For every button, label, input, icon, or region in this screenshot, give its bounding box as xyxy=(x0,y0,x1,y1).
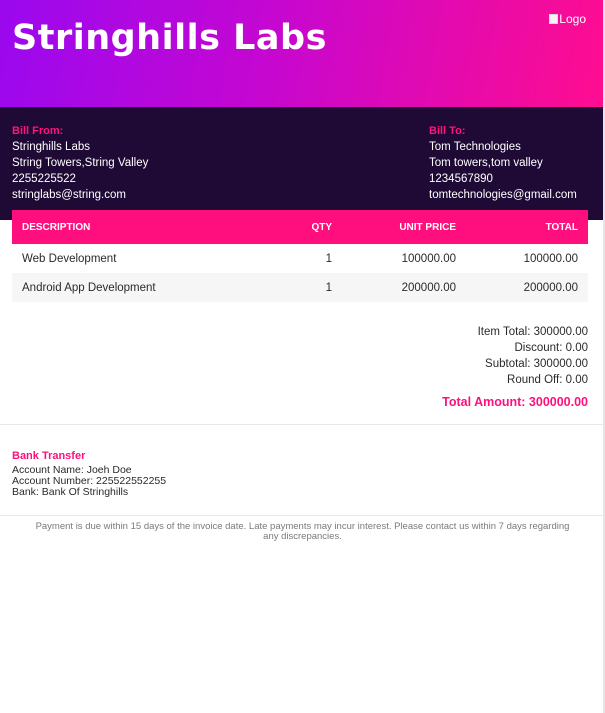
bill-from-email: stringlabs@string.com xyxy=(12,189,126,201)
total-amount: Total Amount: 300000.00 xyxy=(442,395,588,409)
row-description: Web Development xyxy=(22,252,117,265)
bill-from-name: Stringhills Labs xyxy=(12,141,90,153)
table-row: Web Development 1 100000.00 100000.00 xyxy=(12,244,588,273)
row-qty: 1 xyxy=(325,252,332,265)
bill-from: Bill From: Stringhills Labs String Tower… xyxy=(12,123,148,203)
table-row: Android App Development 1 200000.00 2000… xyxy=(12,273,588,302)
header-description: DESCRIPTION xyxy=(22,221,91,233)
bill-from-address: String Towers,String Valley xyxy=(12,157,149,169)
header-unit-price: UNIT PRICE xyxy=(399,221,456,233)
row-total: 200000.00 xyxy=(523,281,578,294)
bill-to-name: Tom Technologies xyxy=(429,141,521,153)
bill-to-heading: Bill To: xyxy=(429,125,466,137)
header-qty: QTY xyxy=(311,221,332,233)
round-off: Round Off: 0.00 xyxy=(507,374,588,386)
broken-image-icon xyxy=(549,14,559,24)
logo-alt-text: Logo xyxy=(559,12,586,26)
bill-to-address: Tom towers,tom valley xyxy=(429,157,543,169)
totals-summary: Item Total: 300000.00 Discount: 0.00 Sub… xyxy=(442,324,588,410)
bill-from-heading: Bill From: xyxy=(12,125,64,137)
discount: Discount: 0.00 xyxy=(514,342,588,354)
table-header: DESCRIPTION QTY UNIT PRICE TOTAL xyxy=(12,210,588,244)
bill-to-email: tomtechnologies@gmail.com xyxy=(429,189,577,201)
bill-from-phone: 2255225522 xyxy=(12,173,76,185)
bank-heading: Bank Transfer xyxy=(12,450,86,462)
row-description: Android App Development xyxy=(22,281,156,294)
header-total: TOTAL xyxy=(545,221,578,233)
item-total: Item Total: 300000.00 xyxy=(477,326,588,338)
billing-section: Bill From: Stringhills Labs String Tower… xyxy=(0,107,603,220)
logo: Logo xyxy=(549,12,586,26)
row-qty: 1 xyxy=(325,281,332,294)
divider xyxy=(0,515,603,516)
row-unit-price: 200000.00 xyxy=(401,281,456,294)
bank-details: Bank Transfer Account Name: Joeh Doe Acc… xyxy=(12,451,166,498)
row-unit-price: 100000.00 xyxy=(401,252,456,265)
bill-to-phone: 1234567890 xyxy=(429,173,493,185)
payment-terms: Payment is due within 15 days of the inv… xyxy=(35,521,570,542)
bill-to: Bill To: Tom Technologies Tom towers,tom… xyxy=(429,123,577,203)
row-total: 100000.00 xyxy=(523,252,578,265)
invoice-header: Stringhills Labs Logo xyxy=(0,0,603,107)
items-table: DESCRIPTION QTY UNIT PRICE TOTAL Web Dev… xyxy=(12,210,588,302)
bank-name: Bank: Bank Of Stringhills xyxy=(12,486,129,498)
subtotal: Subtotal: 300000.00 xyxy=(485,358,588,370)
company-title: Stringhills Labs xyxy=(12,18,327,58)
divider xyxy=(0,424,603,425)
